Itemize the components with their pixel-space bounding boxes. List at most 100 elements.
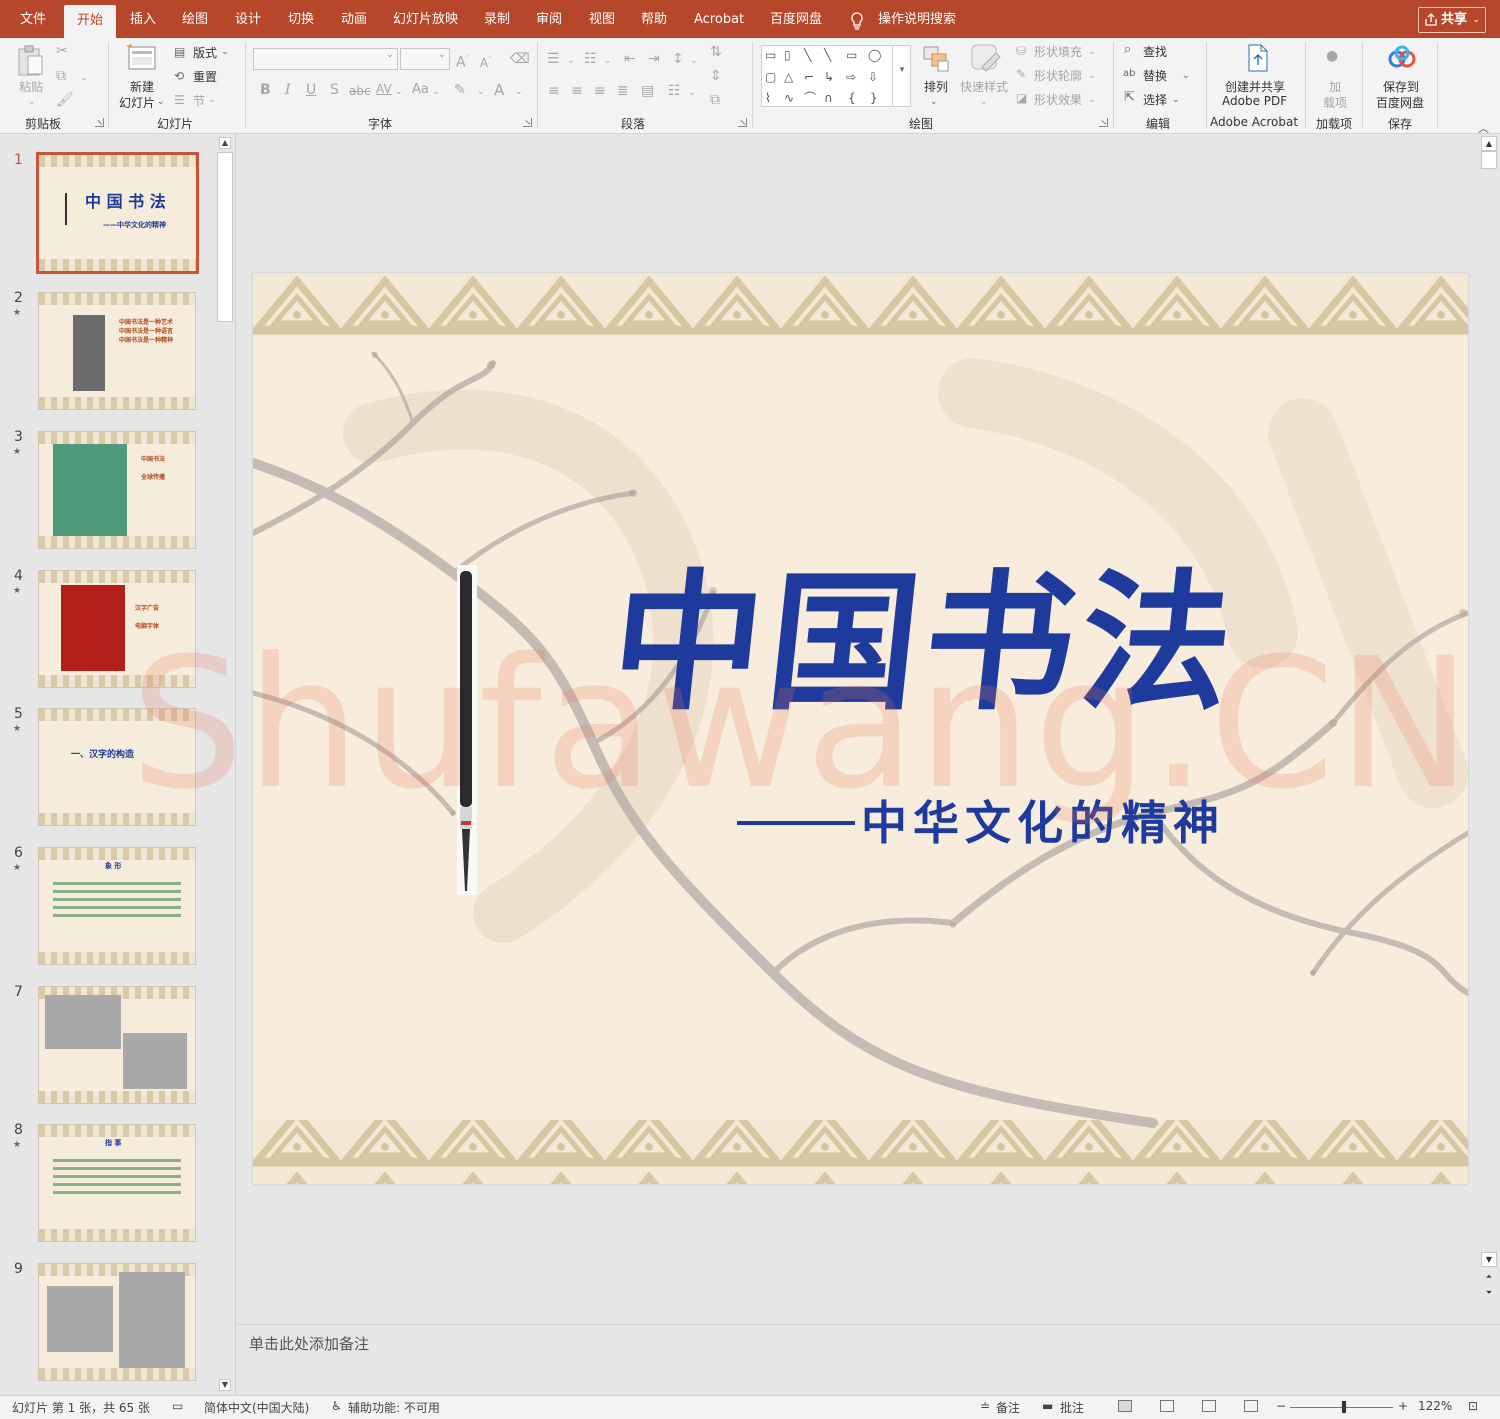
highlight-icon[interactable]: ✎ xyxy=(454,82,466,98)
slideshow-icon[interactable] xyxy=(1244,1400,1258,1412)
chevron-down-icon[interactable]: ⌄ xyxy=(157,94,165,110)
change-case-button[interactable]: Aa xyxy=(412,82,429,97)
chevron-down-icon[interactable]: ⌄ xyxy=(690,53,698,69)
shadow-button[interactable]: S xyxy=(330,82,339,98)
tab-4[interactable]: 设计 xyxy=(235,0,261,38)
down-arrow-shape-icon[interactable]: ⇩ xyxy=(868,70,878,84)
tab-13[interactable]: 百度网盘 xyxy=(770,0,822,38)
zoom-slider-knob[interactable] xyxy=(1342,1401,1346,1413)
chevron-down-icon[interactable]: ⌄ xyxy=(604,53,612,69)
scroll-thumb[interactable] xyxy=(217,152,233,322)
arrange-button[interactable]: 排列 xyxy=(924,78,948,95)
paragraph-launcher-icon[interactable] xyxy=(738,118,747,127)
slide-scrollbar[interactable]: ▲ ▼ ⏶ ⏷ xyxy=(1480,134,1498,1324)
next-slide-icon[interactable]: ⏷ xyxy=(1481,1286,1497,1301)
tab-11[interactable]: 帮助 xyxy=(641,0,667,38)
increase-font-icon[interactable]: Aˆ xyxy=(456,51,469,71)
quick-styles-icon[interactable] xyxy=(970,43,1004,75)
decrease-indent-icon[interactable]: ⇤ xyxy=(624,51,636,67)
tab-5[interactable]: 切换 xyxy=(288,0,314,38)
replace-button[interactable]: 替换 xyxy=(1143,67,1167,84)
arrow-line-shape-icon[interactable]: ╲ xyxy=(824,48,831,62)
previous-slide-icon[interactable]: ⏶ xyxy=(1481,1270,1497,1285)
thumbnail-image[interactable]: 中国书法 全球传播 xyxy=(38,431,196,549)
zoom-out-icon[interactable]: − xyxy=(1276,1399,1286,1413)
italic-button[interactable]: I xyxy=(285,82,291,98)
section-icon[interactable]: ☰ xyxy=(174,92,185,108)
chevron-down-icon[interactable]: ⌄ xyxy=(1088,44,1096,60)
language-indicator[interactable]: 简体中文(中国大陆) xyxy=(204,1399,309,1416)
chevron-down-icon[interactable]: ⌄ xyxy=(208,92,216,108)
thumbnail-image[interactable] xyxy=(38,986,196,1104)
rectangle-shape-icon[interactable]: ▭ xyxy=(846,48,857,62)
tab-7[interactable]: 幻灯片放映 xyxy=(393,0,458,38)
thumbnail-image[interactable]: 中国书法是一种艺术 中国书法是一种语言 中国书法是一种精神 xyxy=(38,292,196,410)
increase-indent-icon[interactable]: ⇥ xyxy=(648,51,660,67)
align-right-icon[interactable]: ≡ xyxy=(594,83,606,99)
strikethrough-button[interactable]: abc xyxy=(349,84,371,98)
align-left-icon[interactable]: ≡ xyxy=(548,83,560,99)
select-button[interactable]: 选择 xyxy=(1143,91,1167,108)
notes-pane[interactable]: 单击此处添加备注 xyxy=(237,1324,1500,1394)
notes-toggle[interactable]: 备注 xyxy=(996,1399,1020,1416)
cut-icon[interactable]: ✂ xyxy=(56,43,68,59)
align-center-icon[interactable]: ≡ xyxy=(571,83,583,99)
shape-effects-button[interactable]: 形状效果 xyxy=(1034,91,1082,108)
comments-icon[interactable]: ▬ xyxy=(1042,1399,1053,1413)
copy-icon[interactable]: ⧉ xyxy=(56,68,66,84)
chevron-down-icon[interactable]: ⌄ xyxy=(567,53,575,69)
scroll-down-arrow[interactable]: ▼ xyxy=(1481,1252,1497,1267)
accessibility-status[interactable]: 辅助功能: 不可用 xyxy=(348,1399,440,1416)
layout-icon[interactable]: ▤ xyxy=(174,44,185,60)
tab-12[interactable]: Acrobat xyxy=(694,0,744,38)
distributed-icon[interactable]: ▤ xyxy=(641,83,654,99)
tell-me-search[interactable]: 操作说明搜索 xyxy=(848,0,956,38)
thumbnail-image[interactable]: 象 形 xyxy=(38,847,196,965)
line-shape-icon[interactable]: ╲ xyxy=(804,48,811,62)
comments-toggle[interactable]: 批注 xyxy=(1060,1399,1084,1416)
line-spacing-icon[interactable]: ↕ xyxy=(672,51,684,67)
shape-outline-button[interactable]: 形状轮廓 xyxy=(1034,67,1082,84)
zoom-level[interactable]: 122% xyxy=(1418,1399,1452,1413)
addins-icon[interactable]: ● xyxy=(1326,48,1338,64)
arrange-icon[interactable] xyxy=(920,44,952,74)
shape-effects-icon[interactable]: ◪ xyxy=(1016,90,1027,106)
left-brace-shape-icon[interactable]: { xyxy=(848,91,856,105)
bullets-icon[interactable]: ☰ xyxy=(547,51,560,67)
triangle-shape-icon[interactable]: △ xyxy=(784,70,793,84)
find-button[interactable]: 查找 xyxy=(1143,43,1167,60)
baidu-netdisk-icon[interactable] xyxy=(1386,44,1418,74)
thumbnail-image[interactable]: 指 事 xyxy=(38,1124,196,1242)
chevron-down-icon[interactable]: ⌄ xyxy=(688,85,696,101)
create-share-pdf-label-2[interactable]: Adobe PDF xyxy=(1222,94,1287,108)
chevron-down-icon[interactable]: ⌄ xyxy=(515,84,523,100)
freeform-shape-icon[interactable]: ⌇ xyxy=(765,91,771,105)
columns-icon[interactable]: ☷ xyxy=(668,83,681,99)
scroll-up-arrow[interactable]: ▲ xyxy=(219,137,231,149)
addins-label-1[interactable]: 加 xyxy=(1329,78,1341,95)
underline-button[interactable]: U xyxy=(306,82,316,98)
tab-8[interactable]: 录制 xyxy=(484,0,510,38)
normal-view-icon[interactable] xyxy=(1118,1400,1132,1412)
paste-button-label[interactable]: 粘贴 xyxy=(19,78,43,95)
layout-button[interactable]: 版式 xyxy=(193,44,217,61)
zoom-in-icon[interactable]: + xyxy=(1398,1399,1408,1413)
chevron-down-icon[interactable]: ⌄ xyxy=(395,84,403,100)
format-painter-icon[interactable]: 🖌 xyxy=(56,92,74,108)
tab-2[interactable]: 插入 xyxy=(130,0,156,38)
textbox-shape-icon[interactable]: ▭ xyxy=(765,48,776,62)
new-slide-icon[interactable] xyxy=(126,43,158,73)
shape-outline-icon[interactable]: ✎ xyxy=(1016,66,1026,82)
chevron-down-icon[interactable]: ⌄ xyxy=(221,44,229,60)
notes-placeholder[interactable]: 单击此处添加备注 xyxy=(249,1333,369,1354)
justify-icon[interactable]: ≣ xyxy=(617,83,629,99)
gallery-more-button[interactable]: ▾ xyxy=(892,45,911,107)
replace-icon[interactable]: ab xyxy=(1123,66,1135,82)
slide-sorter-icon[interactable] xyxy=(1160,1400,1174,1412)
right-brace-shape-icon[interactable]: } xyxy=(870,91,878,105)
new-slide-label-2[interactable]: 幻灯片 xyxy=(119,94,155,111)
reset-button[interactable]: 重置 xyxy=(193,68,217,85)
addins-label-2[interactable]: 载项 xyxy=(1323,94,1347,111)
char-spacing-button[interactable]: AV xyxy=(376,82,392,96)
chevron-down-icon[interactable]: ⌄ xyxy=(1088,92,1096,108)
